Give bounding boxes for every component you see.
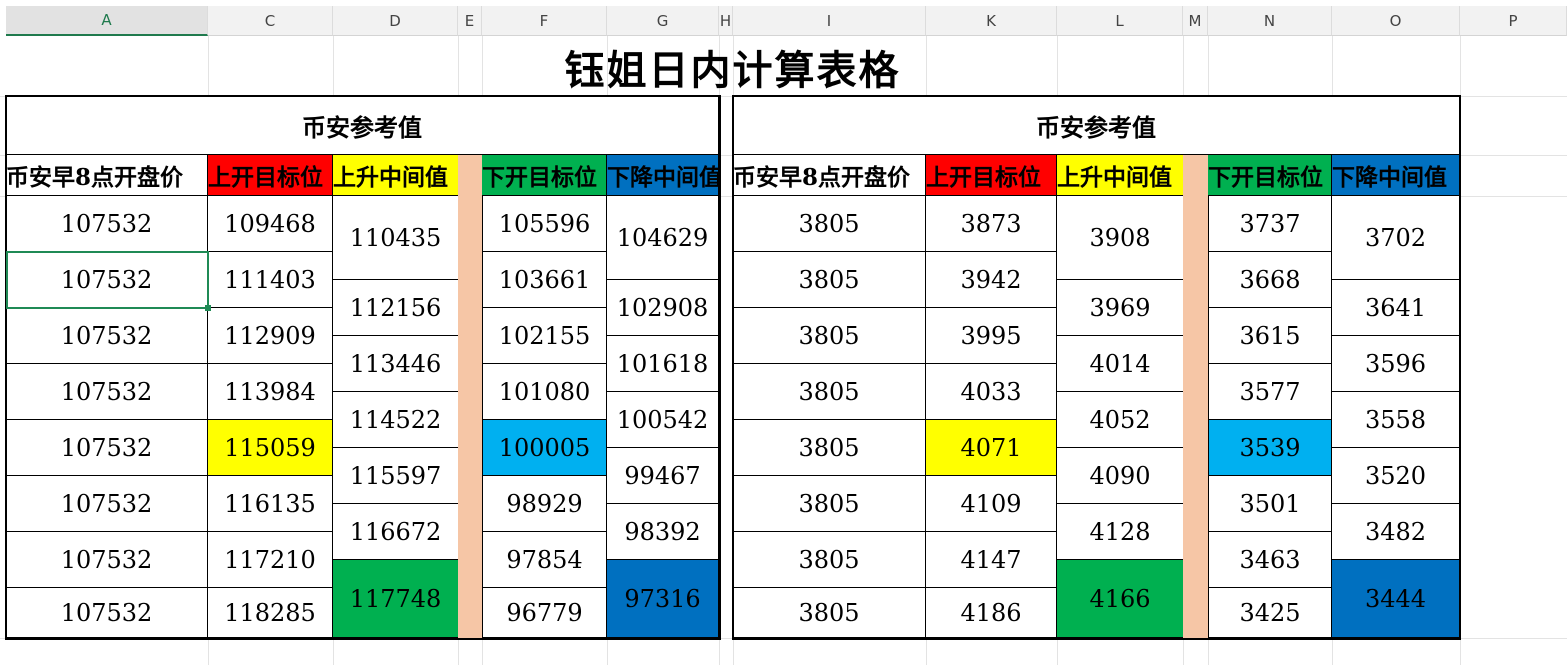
fill-handle[interactable] xyxy=(205,305,211,311)
column-header-m[interactable]: M xyxy=(1183,6,1208,36)
column-header-g[interactable]: G xyxy=(607,6,719,36)
right-table-frame xyxy=(732,95,1461,640)
column-header-h[interactable]: H xyxy=(719,6,733,36)
column-header-i[interactable]: I xyxy=(733,6,926,36)
column-header-p[interactable]: P xyxy=(1460,6,1567,36)
active-cell-selection[interactable] xyxy=(6,251,209,309)
column-header-f[interactable]: F xyxy=(482,6,607,36)
column-header-k[interactable]: K xyxy=(926,6,1057,36)
sheet-title: 钰姐日内计算表格 xyxy=(564,47,901,94)
left-table-frame xyxy=(5,95,721,640)
column-header-o[interactable]: O xyxy=(1332,6,1460,36)
column-header-n[interactable]: N xyxy=(1208,6,1332,36)
column-header-e[interactable]: E xyxy=(458,6,482,36)
column-header-c[interactable]: C xyxy=(208,6,333,36)
column-header-d[interactable]: D xyxy=(333,6,458,36)
column-header-a[interactable]: A xyxy=(6,6,208,36)
column-header-l[interactable]: L xyxy=(1057,6,1183,36)
